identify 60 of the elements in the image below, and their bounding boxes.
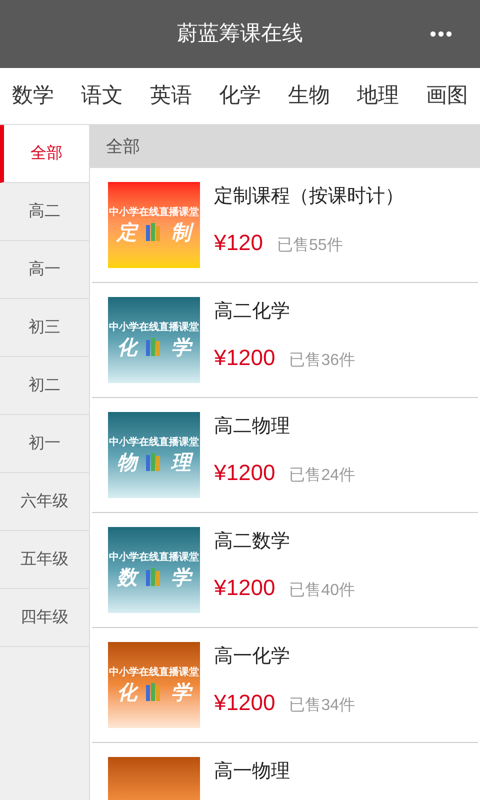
- course-price: ¥120: [214, 228, 263, 256]
- course-price: ¥1200: [214, 688, 276, 716]
- grade-item[interactable]: 六年级: [0, 473, 89, 531]
- cover-character: 学: [171, 567, 191, 587]
- header-title: 蔚蓝筹课在线: [177, 21, 303, 48]
- sold-count: 已售55件: [276, 236, 343, 256]
- cover-caption: 中小学在线直播课堂: [109, 438, 199, 448]
- cover-character: 化: [117, 682, 137, 702]
- cover-caption: 中小学在线直播课堂: [109, 208, 199, 218]
- subject-tab[interactable]: 地理: [357, 80, 399, 112]
- books-icon: [145, 222, 163, 242]
- books-icon: [145, 567, 163, 587]
- course-row[interactable]: 中小学在线直播课堂 物 理 高二物理 ¥1200 已售24件: [92, 398, 478, 513]
- course-row[interactable]: 中小学在线直播课堂 化 学 高二化学 ¥1200 已售36件: [92, 283, 478, 398]
- cover-character: 学: [171, 337, 191, 357]
- course-title: 高一化学: [214, 645, 291, 669]
- subject-tab[interactable]: 生物: [288, 80, 330, 112]
- course-row[interactable]: 高一物理: [92, 743, 478, 800]
- subject-tab[interactable]: 画图: [426, 80, 468, 112]
- subject-tab[interactable]: 语文: [81, 80, 123, 112]
- cover-character: 学: [171, 682, 191, 702]
- cover-caption: 中小学在线直播课堂: [109, 323, 199, 333]
- grade-item[interactable]: 高二: [0, 183, 89, 241]
- sold-count: 已售24件: [289, 466, 355, 486]
- sold-count: 已售36件: [289, 350, 355, 370]
- books-icon: [145, 682, 163, 702]
- grade-item[interactable]: 五年级: [0, 531, 89, 589]
- course-price: ¥1200: [214, 344, 276, 372]
- more-icon: [430, 31, 452, 37]
- grade-item[interactable]: 初三: [0, 299, 89, 357]
- grade-item[interactable]: 初二: [0, 357, 89, 415]
- grade-item[interactable]: 全部: [0, 125, 89, 183]
- course-price: ¥1200: [214, 458, 276, 486]
- cover-character: 理: [171, 452, 191, 472]
- subject-tab[interactable]: 数学: [12, 80, 54, 112]
- cover-caption: 中小学在线直播课堂: [109, 553, 199, 563]
- course-row[interactable]: 中小学在线直播课堂 定 制 定制课程（按课时计） ¥120 已售55件: [92, 168, 478, 283]
- cover-character: 化: [117, 337, 137, 357]
- grade-item[interactable]: 高一: [0, 241, 89, 299]
- books-icon: [145, 452, 163, 472]
- sold-count: 已售34件: [289, 696, 355, 716]
- course-title: 高一物理: [214, 760, 290, 784]
- course-row[interactable]: 中小学在线直播课堂 化 学 高一化学 ¥1200 已售34件: [92, 628, 478, 743]
- cover-character: 物: [117, 452, 137, 472]
- cover-caption: 中小学在线直播课堂: [109, 668, 199, 678]
- cover-character: 定: [117, 222, 137, 242]
- course-title: 高二化学: [214, 300, 291, 324]
- books-icon: [145, 337, 163, 357]
- grade-item[interactable]: 初一: [0, 415, 89, 473]
- cover-character: 数: [117, 567, 137, 587]
- grade-item[interactable]: 四年级: [0, 589, 89, 647]
- subject-tab[interactable]: 化学: [219, 80, 261, 112]
- section-title: 全部: [106, 136, 140, 158]
- course-title: 定制课程（按课时计）: [214, 185, 404, 209]
- course-price: ¥1200: [214, 574, 276, 602]
- sold-count: 已售40件: [289, 580, 355, 600]
- subject-tab[interactable]: 英语: [150, 80, 192, 112]
- course-row[interactable]: 中小学在线直播课堂 数 学 高二数学 ¥1200 已售40件: [92, 513, 478, 628]
- course-title: 高二数学: [214, 530, 291, 554]
- course-title: 高二物理: [214, 415, 291, 439]
